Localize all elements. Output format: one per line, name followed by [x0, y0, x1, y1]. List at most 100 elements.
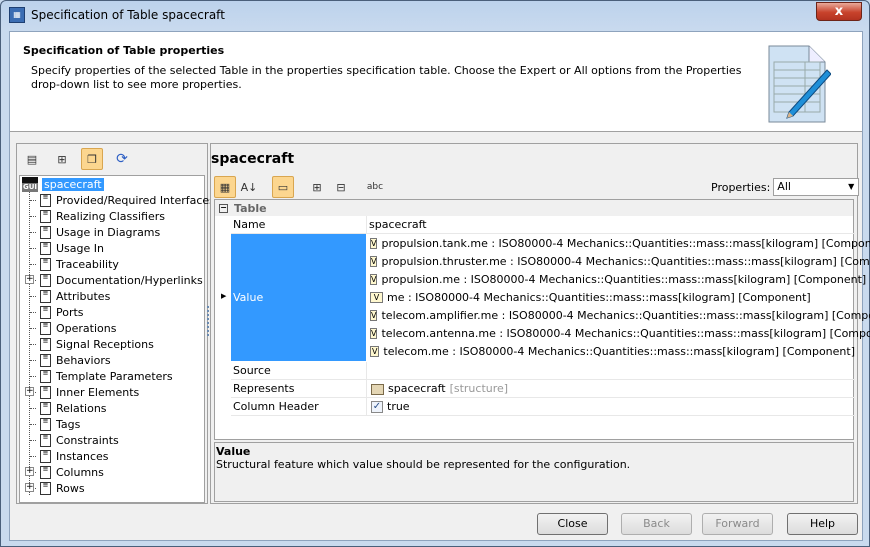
window-title: Specification of Table spacecraft	[31, 8, 225, 22]
close-window-button[interactable]: x	[816, 2, 862, 21]
expand-icon[interactable]: +	[25, 467, 34, 476]
property-label-value-selected[interactable]: Value	[231, 234, 366, 361]
page-icon: ≡	[40, 225, 51, 239]
value-list-item[interactable]: Vtelecom.antenna.me : ISO80000-4 Mechani…	[366, 324, 870, 342]
tree-item-label: Template Parameters	[56, 369, 173, 383]
tree-item[interactable]: ≡ Signal Receptions	[30, 336, 154, 352]
tree-item[interactable]: ≡ Relations	[30, 400, 107, 416]
value-property-icon: V	[370, 309, 378, 321]
property-row-column-header[interactable]: Column Header ✓ true	[231, 398, 855, 416]
tree-item[interactable]: ≡ Constraints	[30, 432, 119, 448]
tree-item[interactable]: ≡ Attributes	[30, 288, 111, 304]
page-icon: ≡	[40, 209, 51, 223]
value-item-text: telecom.antenna.me : ISO80000-4 Mechanic…	[381, 326, 870, 340]
tree-item[interactable]: ≡ Ports	[30, 304, 84, 320]
property-value[interactable]: ✓ true	[366, 398, 410, 416]
tree-connector	[30, 215, 36, 217]
tree-guide-line	[29, 190, 30, 495]
group-row-table[interactable]: − Table	[215, 200, 853, 216]
show-inherited-toggle-icon[interactable]: ❐	[81, 148, 103, 170]
property-row-source[interactable]: Source	[231, 362, 855, 380]
tree-item[interactable]: ≡ Operations	[30, 320, 116, 336]
tree-item[interactable]: ≡ Tags	[30, 416, 80, 432]
properties-label: Properties:	[711, 180, 771, 194]
tree-item[interactable]: ≡ Instances	[30, 448, 109, 464]
expand-icon[interactable]: +	[25, 387, 34, 396]
tree-item[interactable]: ≡ Template Parameters	[30, 368, 173, 384]
value-list-item[interactable]: Vpropulsion.tank.me : ISO80000-4 Mechani…	[366, 234, 870, 252]
tree-item-label: Constraints	[56, 433, 119, 447]
tree-item[interactable]: ≡ Inner Elements	[30, 384, 140, 400]
value-list-item[interactable]: Vtelecom.me : ISO80000-4 Mechanics::Quan…	[366, 342, 855, 360]
page-icon: ≡	[40, 241, 51, 255]
tree-connector	[30, 295, 36, 297]
page-icon: ≡	[40, 289, 51, 303]
dialog-client: Specification of Table properties Specif…	[9, 31, 870, 541]
categorized-view-icon[interactable]: ▦	[214, 176, 236, 198]
tree-item-label: Behaviors	[56, 353, 111, 367]
table-view-icon[interactable]: ▤	[21, 148, 43, 170]
property-row-name[interactable]: Name spacecraft	[231, 216, 855, 234]
value-property-icon: V	[370, 273, 378, 285]
navigation-tree[interactable]: GUI spacecraft ≡ Provided/Required Interf…	[19, 175, 215, 503]
property-row-represents[interactable]: Represents spacecraft [structure]	[231, 380, 855, 398]
value-item-text: telecom.me : ISO80000-4 Mechanics::Quant…	[383, 344, 855, 358]
description-toggle-icon[interactable]: ▭	[272, 176, 294, 198]
help-button[interactable]: Help	[787, 513, 858, 535]
tree-item-label: Provided/Required Interfaces	[56, 193, 215, 207]
value-item-text: propulsion.thruster.me : ISO80000-4 Mech…	[381, 254, 870, 268]
tree-item[interactable]: ≡ Behaviors	[30, 352, 111, 368]
collapse-group-icon[interactable]: −	[219, 203, 228, 213]
tree-connector	[30, 359, 36, 361]
title-bar: ▦ Specification of Table spacecraft	[9, 7, 225, 23]
properties-dropdown[interactable]: All ▼	[773, 178, 860, 196]
page-icon: ≡	[40, 353, 51, 367]
tree-item[interactable]: ≡ Usage in Diagrams	[30, 224, 161, 240]
tree-connector	[30, 423, 36, 425]
expand-icon[interactable]: +	[25, 483, 34, 492]
value-list-item[interactable]: Vme : ISO80000-4 Mechanics::Quantities::…	[366, 288, 855, 306]
expand-icon[interactable]: +	[25, 275, 34, 284]
value-property-icon: V	[370, 327, 378, 339]
refresh-icon[interactable]: ⟳	[111, 148, 133, 170]
tree-view-icon[interactable]: ⊞	[51, 148, 73, 170]
column-header-value: true	[387, 400, 410, 413]
property-value[interactable]: spacecraft	[366, 216, 427, 234]
tree-item[interactable]: ≡ Provided/Required Interfaces	[30, 192, 215, 208]
tree-item[interactable]: ≡ Documentation/Hyperlinks	[30, 272, 203, 288]
tree-item-label: Traceability	[56, 257, 119, 271]
property-value[interactable]	[366, 362, 855, 380]
expand-all-icon[interactable]: ⊞	[306, 176, 328, 198]
value-list-item[interactable]: Vpropulsion.thruster.me : ISO80000-4 Mec…	[366, 252, 870, 270]
tree-item-label: Usage in Diagrams	[56, 225, 161, 239]
tree-item[interactable]: ≡ Traceability	[30, 256, 119, 272]
page-icon: ≡	[40, 369, 51, 383]
tree-item[interactable]: ≡ Realizing Classifiers	[30, 208, 165, 224]
value-list-item[interactable]: Vpropulsion.me : ISO80000-4 Mechanics::Q…	[366, 270, 866, 288]
property-table: − Table Name spacecraft Value ▶ Vpropuls…	[214, 199, 870, 440]
value-property-icon: V	[370, 345, 380, 357]
description-title: Value	[216, 445, 251, 458]
represents-name: spacecraft	[388, 382, 446, 395]
tree-item-label: Inner Elements	[56, 385, 140, 399]
structure-icon	[371, 383, 384, 395]
forward-button[interactable]: Forward	[702, 513, 773, 535]
tree-item-root[interactable]: GUI spacecraft	[22, 176, 104, 192]
collapse-all-icon[interactable]: ⊟	[330, 176, 352, 198]
back-button[interactable]: Back	[621, 513, 692, 535]
header-title: Specification of Table properties	[23, 44, 225, 57]
spelling-check-icon[interactable]: abc	[364, 176, 386, 198]
tree-connector	[30, 407, 36, 409]
tree-item-label: Attributes	[56, 289, 111, 303]
tree-item[interactable]: ≡ Rows	[30, 480, 85, 496]
value-list-item[interactable]: Vtelecom.amplifier.me : ISO80000-4 Mecha…	[366, 306, 870, 324]
tree-connector	[30, 375, 36, 377]
tree-item[interactable]: ≡ Columns	[30, 464, 104, 480]
properties-toolbar: ▦ A↓ ▭ ⊞ ⊟ abc	[214, 176, 386, 198]
sort-alphabetically-icon[interactable]: A↓	[238, 176, 260, 198]
column-header-checkbox[interactable]: ✓	[371, 401, 383, 413]
tree-item-label: Relations	[56, 401, 107, 415]
tree-item[interactable]: ≡ Usage In	[30, 240, 104, 256]
close-button[interactable]: Close	[537, 513, 608, 535]
property-value[interactable]: spacecraft [structure]	[366, 380, 508, 398]
